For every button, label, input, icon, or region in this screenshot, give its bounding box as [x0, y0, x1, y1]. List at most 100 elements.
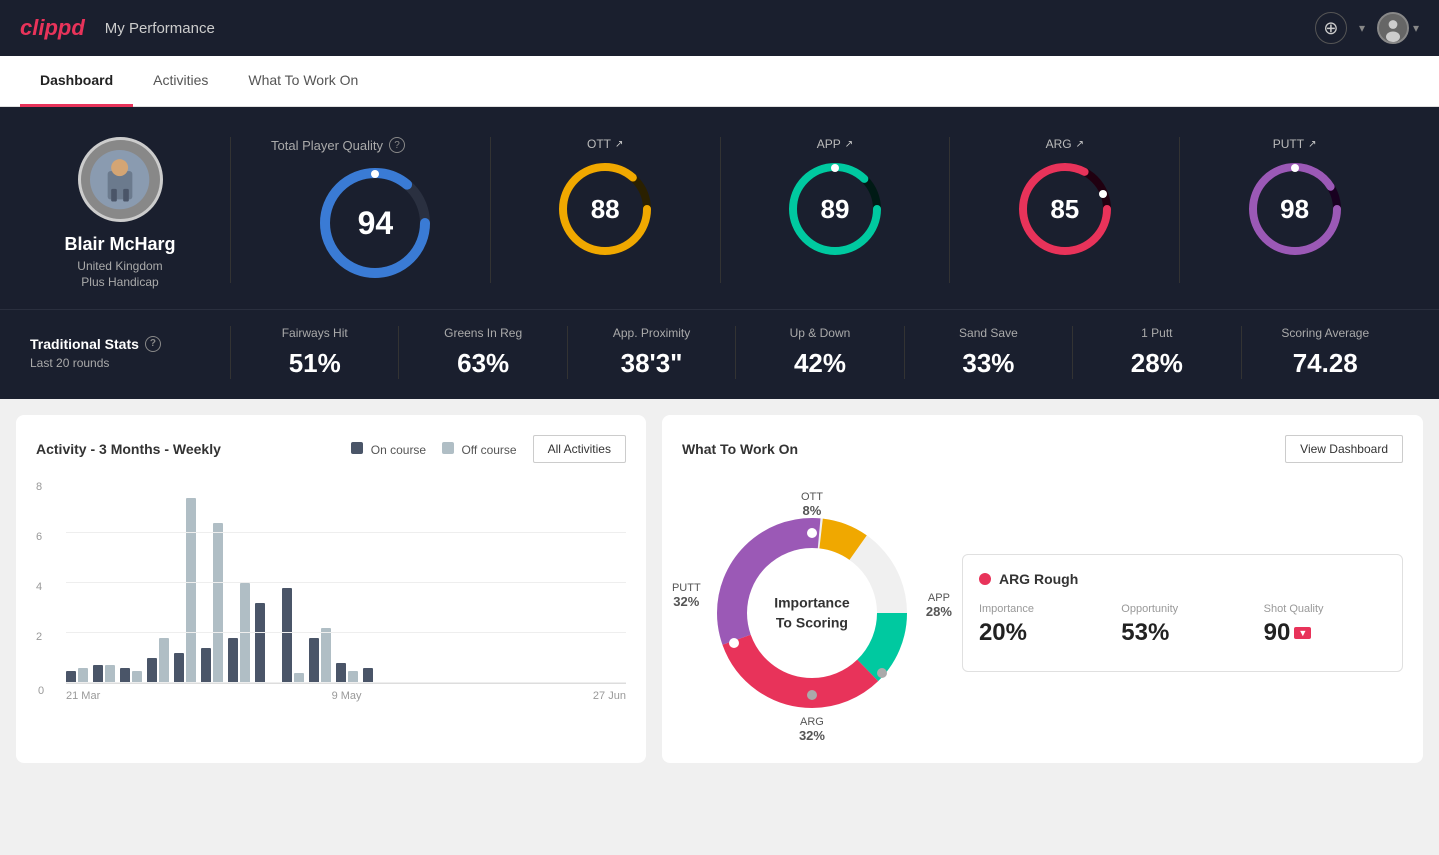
y-label-0: 0 — [38, 685, 44, 697]
stat-proximity: App. Proximity 38'3" — [567, 326, 735, 379]
card-dot-icon — [979, 573, 991, 585]
stat-1putt-value: 28% — [1083, 348, 1230, 379]
bar-group-9 — [282, 588, 304, 683]
bar-group-5 — [174, 498, 196, 683]
donut-label-app: APP 28% — [926, 592, 952, 619]
bar-group-2 — [93, 665, 115, 683]
ott-gauge: 88 — [555, 159, 655, 259]
stat-sandsave-label: Sand Save — [915, 326, 1062, 340]
legend-oncourse: On course — [351, 442, 426, 457]
bar-off-4 — [159, 638, 169, 683]
activity-panel: Activity - 3 Months - Weekly On course O… — [16, 415, 646, 763]
nav-tabs: Dashboard Activities What To Work On — [0, 56, 1439, 107]
add-dropdown-arrow[interactable]: ▾ — [1359, 21, 1365, 35]
metrics-section: Total Player Quality ? 94 OTT ↗ — [230, 137, 1409, 283]
bar-group-3 — [120, 668, 142, 683]
y-label-2: 2 — [36, 631, 42, 643]
card-opportunity-value: 53% — [1121, 619, 1243, 647]
traditional-stats: Traditional Stats ? Last 20 rounds Fairw… — [0, 309, 1439, 399]
wtwo-header: What To Work On View Dashboard — [682, 435, 1403, 463]
arg-gauge: 85 — [1015, 159, 1115, 259]
ott-arrow-icon: ↗ — [615, 139, 623, 150]
card-shot-quality-value: 90 ▼ — [1264, 619, 1386, 647]
arg-arrow-icon: ↗ — [1076, 139, 1084, 150]
y-label-6: 6 — [36, 531, 42, 543]
header-right: ⊕ ▾ ▾ — [1315, 12, 1419, 44]
stat-proximity-label: App. Proximity — [578, 326, 725, 340]
arg-value: 85 — [1050, 194, 1079, 225]
tpq-value: 94 — [358, 205, 394, 242]
tpq-label: Total Player Quality ? — [271, 137, 405, 153]
logo: clippd — [20, 15, 85, 41]
view-dashboard-button[interactable]: View Dashboard — [1285, 435, 1403, 463]
tpq-help-icon[interactable]: ? — [389, 137, 405, 153]
card-importance: Importance 20% — [979, 603, 1101, 647]
stat-gir: Greens In Reg 63% — [398, 326, 566, 379]
y-label-8: 8 — [36, 481, 42, 493]
app-arrow-icon: ↗ — [845, 139, 853, 150]
stat-1putt-label: 1 Putt — [1083, 326, 1230, 340]
bar-on-8 — [255, 603, 265, 683]
page-title: My Performance — [105, 20, 215, 37]
user-dropdown-arrow[interactable]: ▾ — [1413, 21, 1419, 35]
tab-dashboard[interactable]: Dashboard — [20, 56, 133, 107]
bar-on-9 — [282, 588, 292, 683]
ott-label: OTT ↗ — [587, 137, 623, 151]
bar-on-5 — [174, 653, 184, 683]
stat-updown-value: 42% — [746, 348, 893, 379]
trad-sublabel: Last 20 rounds — [30, 356, 230, 370]
donut-center: Importance To Scoring — [774, 593, 849, 632]
trad-label-wrap: Traditional Stats ? Last 20 rounds — [30, 336, 230, 370]
user-menu[interactable]: ▾ — [1377, 12, 1419, 44]
bar-off-5 — [186, 498, 196, 683]
tpq-gauge: 94 — [315, 163, 435, 283]
chart-controls: On course Off course All Activities — [351, 435, 626, 463]
header: clippd My Performance ⊕ ▾ ▾ — [0, 0, 1439, 56]
donut-label-arg: ARG 32% — [799, 716, 825, 743]
bar-off-7 — [240, 583, 250, 683]
bar-chart: 8 6 4 2 0 — [36, 483, 626, 683]
bar-on-10 — [309, 638, 319, 683]
tab-activities[interactable]: Activities — [133, 56, 228, 107]
bar-group-6 — [201, 523, 223, 683]
player-country: United Kingdom — [77, 259, 162, 273]
hero-section: Blair McHarg United Kingdom Plus Handica… — [0, 107, 1439, 309]
player-handicap: Plus Handicap — [81, 275, 158, 289]
bar-group-8 — [255, 603, 277, 683]
bar-group-1 — [66, 668, 88, 683]
bar-off-1 — [78, 668, 88, 683]
stat-fairways: Fairways Hit 51% — [230, 326, 398, 379]
stat-gir-label: Greens In Reg — [409, 326, 556, 340]
bar-group-11 — [336, 663, 358, 683]
donut-label-ott: OTT 8% — [801, 491, 823, 518]
putt-gauge: 98 — [1245, 159, 1345, 259]
bar-group-12 — [363, 668, 385, 683]
legend-oncourse-dot — [351, 442, 363, 454]
bar-off-2 — [105, 665, 115, 683]
trad-help-icon[interactable]: ? — [145, 336, 161, 352]
player-info: Blair McHarg United Kingdom Plus Handica… — [30, 137, 230, 289]
app-gauge: 89 — [785, 159, 885, 259]
ott-value: 88 — [591, 194, 620, 225]
stat-updown-label: Up & Down — [746, 326, 893, 340]
add-button[interactable]: ⊕ — [1315, 12, 1347, 44]
card-metrics-row: Importance 20% Opportunity 53% Shot Qual… — [979, 603, 1386, 647]
tab-what-to-work-on[interactable]: What To Work On — [228, 56, 378, 107]
ott-metric: OTT ↗ 88 — [491, 137, 721, 283]
arg-label: ARG ↗ — [1046, 137, 1084, 151]
stat-scoring: Scoring Average 74.28 — [1241, 326, 1409, 379]
bar-on-4 — [147, 658, 157, 683]
wtwo-title: What To Work On — [682, 441, 798, 457]
chart-title: Activity - 3 Months - Weekly — [36, 441, 221, 457]
app-metric: APP ↗ 89 — [721, 137, 951, 283]
trad-label: Traditional Stats ? — [30, 336, 230, 352]
gridline-2 — [66, 632, 626, 633]
putt-metric: PUTT ↗ 98 — [1180, 137, 1409, 283]
putt-arrow-icon: ↗ — [1308, 139, 1316, 150]
stat-scoring-label: Scoring Average — [1252, 326, 1399, 340]
all-activities-button[interactable]: All Activities — [533, 435, 626, 463]
card-importance-value: 20% — [979, 619, 1101, 647]
gridline-6 — [66, 532, 626, 533]
logo-text: clippd — [20, 15, 85, 41]
x-label-1: 21 Mar — [66, 690, 100, 702]
